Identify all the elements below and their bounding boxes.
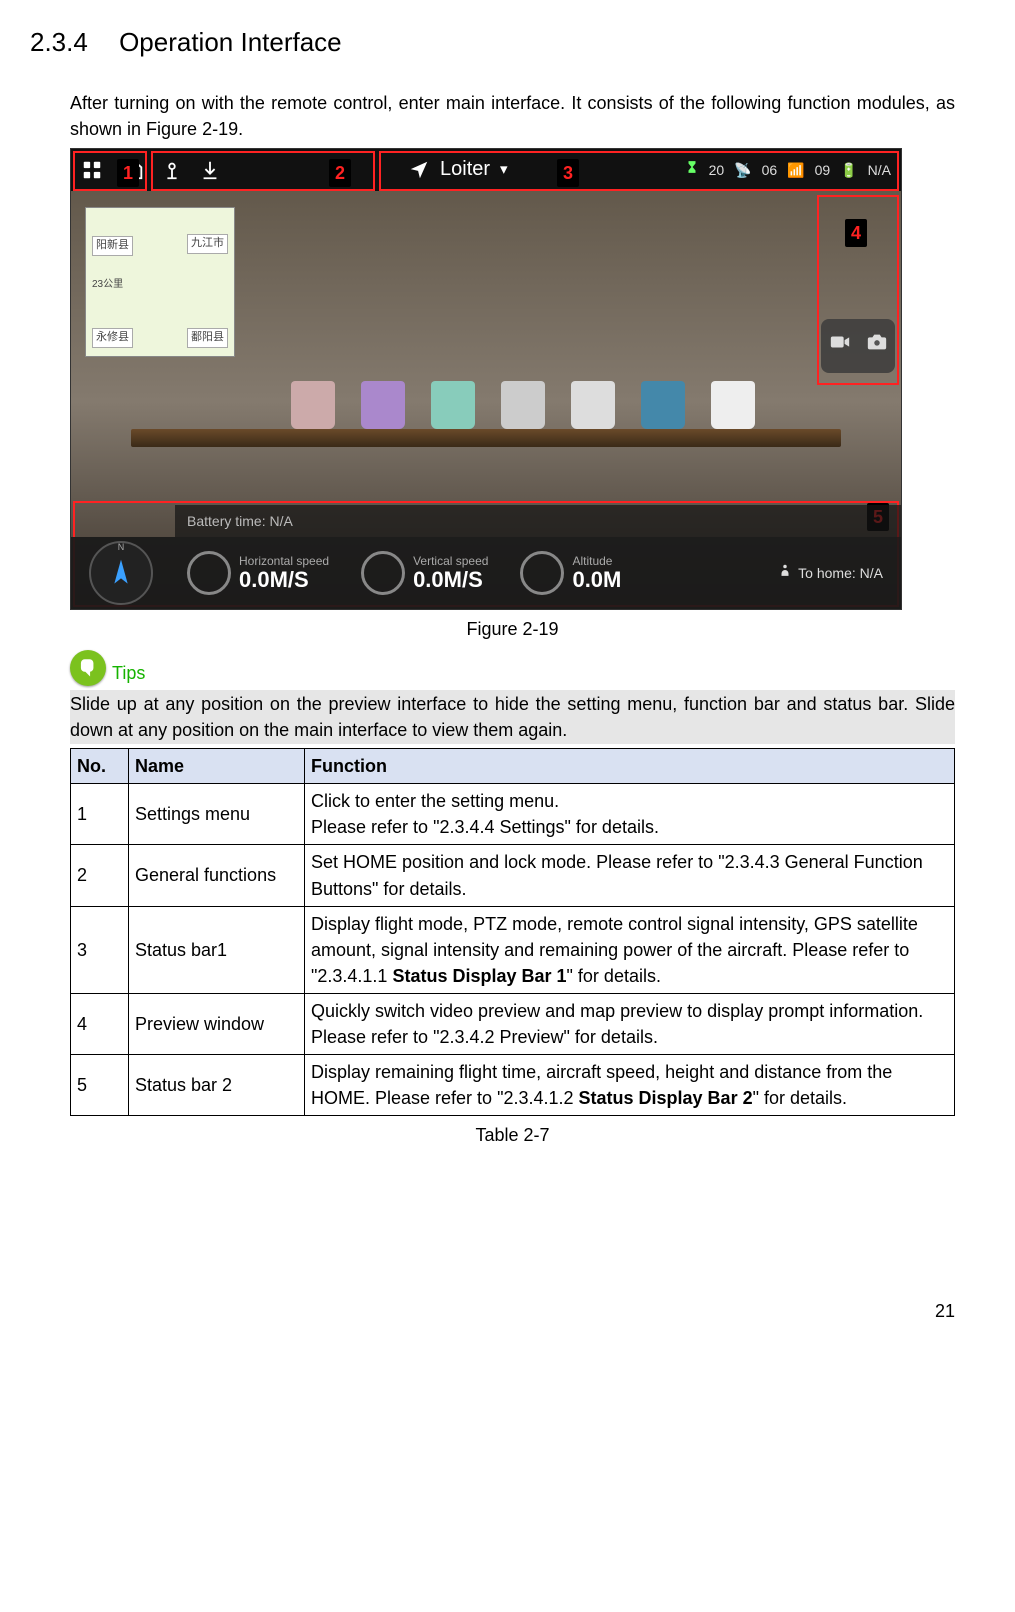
th-no: No. bbox=[71, 749, 129, 784]
map-preview[interactable]: 阳新县 九江市 23公里 永修县 鄱阳县 bbox=[85, 207, 235, 357]
table-row: 5 Status bar 2 Display remaining flight … bbox=[71, 1055, 955, 1116]
cell-no: 3 bbox=[71, 906, 129, 993]
section-title: Operation Interface bbox=[119, 27, 342, 57]
cell-name: Preview window bbox=[129, 993, 305, 1054]
th-name: Name bbox=[129, 749, 305, 784]
metric-label: Horizontal speed bbox=[239, 555, 329, 568]
ring-icon bbox=[520, 551, 564, 595]
ring-icon bbox=[361, 551, 405, 595]
app-screenshot: Loiter ▾ 20 📡 06 📶 09 🔋 N/A 1 2 3 4 5 阳新… bbox=[70, 148, 902, 610]
map-label-a: 阳新县 bbox=[92, 236, 133, 256]
status-bar-bottom: N Horizontal speed 0.0M/S Vertical speed… bbox=[71, 537, 901, 609]
cell-name: Status bar1 bbox=[129, 906, 305, 993]
cell-no: 1 bbox=[71, 784, 129, 845]
ring-icon bbox=[187, 551, 231, 595]
annot-label-3: 3 bbox=[557, 159, 579, 187]
cell-func: Display flight mode, PTZ mode, remote co… bbox=[305, 906, 955, 993]
map-label-d: 鄱阳县 bbox=[187, 328, 228, 348]
table-row: 2 General functions Set HOME position an… bbox=[71, 845, 955, 906]
tips-icon bbox=[70, 650, 106, 686]
annot-box-3 bbox=[379, 151, 899, 191]
table-caption: Table 2-7 bbox=[70, 1122, 955, 1148]
cell-name: General functions bbox=[129, 845, 305, 906]
preview-switch-panel[interactable] bbox=[821, 319, 895, 373]
map-label-b: 九江市 bbox=[187, 234, 228, 254]
to-home-label: To home: N/A bbox=[798, 563, 883, 583]
cell-no: 5 bbox=[71, 1055, 129, 1116]
intro-paragraph: After turning on with the remote control… bbox=[70, 90, 955, 142]
cell-no: 2 bbox=[71, 845, 129, 906]
cell-no: 4 bbox=[71, 993, 129, 1054]
table-row: 3 Status bar1 Display flight mode, PTZ m… bbox=[71, 906, 955, 993]
page-number: 21 bbox=[70, 1298, 955, 1324]
cell-func: Display remaining flight time, aircraft … bbox=[305, 1055, 955, 1116]
metric-value: 0.0M/S bbox=[413, 568, 488, 591]
figure-caption: Figure 2-19 bbox=[70, 616, 955, 642]
metric-vertical: Vertical speed 0.0M/S bbox=[361, 551, 488, 595]
scene-shelf bbox=[131, 429, 841, 447]
cell-func: Click to enter the setting menu. Please … bbox=[305, 784, 955, 845]
cell-func: Quickly switch video preview and map pre… bbox=[305, 993, 955, 1054]
map-label-c: 永修县 bbox=[92, 328, 133, 348]
cell-func: Set HOME position and lock mode. Please … bbox=[305, 845, 955, 906]
metric-label: Vertical speed bbox=[413, 555, 488, 568]
person-icon bbox=[778, 561, 792, 584]
battery-time-row: Battery time: N/A bbox=[175, 505, 901, 537]
metric-value: 0.0M/S bbox=[239, 568, 329, 591]
map-label-dist: 23公里 bbox=[92, 278, 123, 293]
camera-icon[interactable] bbox=[866, 331, 888, 360]
battery-time-label: Battery time: N/A bbox=[187, 511, 293, 531]
cell-name: Settings menu bbox=[129, 784, 305, 845]
table-row: 1 Settings menu Click to enter the setti… bbox=[71, 784, 955, 845]
to-home: To home: N/A bbox=[778, 561, 901, 584]
section-number: 2.3.4 bbox=[30, 27, 88, 57]
annot-label-2: 2 bbox=[329, 159, 351, 187]
compass[interactable]: N bbox=[89, 541, 153, 605]
tips-row: Tips bbox=[70, 650, 955, 686]
metric-altitude: Altitude 0.0M bbox=[520, 551, 621, 595]
tips-label: Tips bbox=[112, 660, 145, 686]
metric-value: 0.0M bbox=[572, 568, 621, 591]
function-table: No. Name Function 1 Settings menu Click … bbox=[70, 748, 955, 1116]
annot-label-4: 4 bbox=[845, 219, 867, 247]
metric-horizontal: Horizontal speed 0.0M/S bbox=[187, 551, 329, 595]
video-icon[interactable] bbox=[829, 331, 851, 360]
metric-label: Altitude bbox=[572, 555, 621, 568]
tips-body: Slide up at any position on the preview … bbox=[70, 690, 955, 744]
section-heading: 2.3.4 Operation Interface bbox=[30, 24, 955, 62]
cell-name: Status bar 2 bbox=[129, 1055, 305, 1116]
table-header-row: No. Name Function bbox=[71, 749, 955, 784]
annot-label-1: 1 bbox=[117, 159, 139, 187]
th-func: Function bbox=[305, 749, 955, 784]
table-row: 4 Preview window Quickly switch video pr… bbox=[71, 993, 955, 1054]
